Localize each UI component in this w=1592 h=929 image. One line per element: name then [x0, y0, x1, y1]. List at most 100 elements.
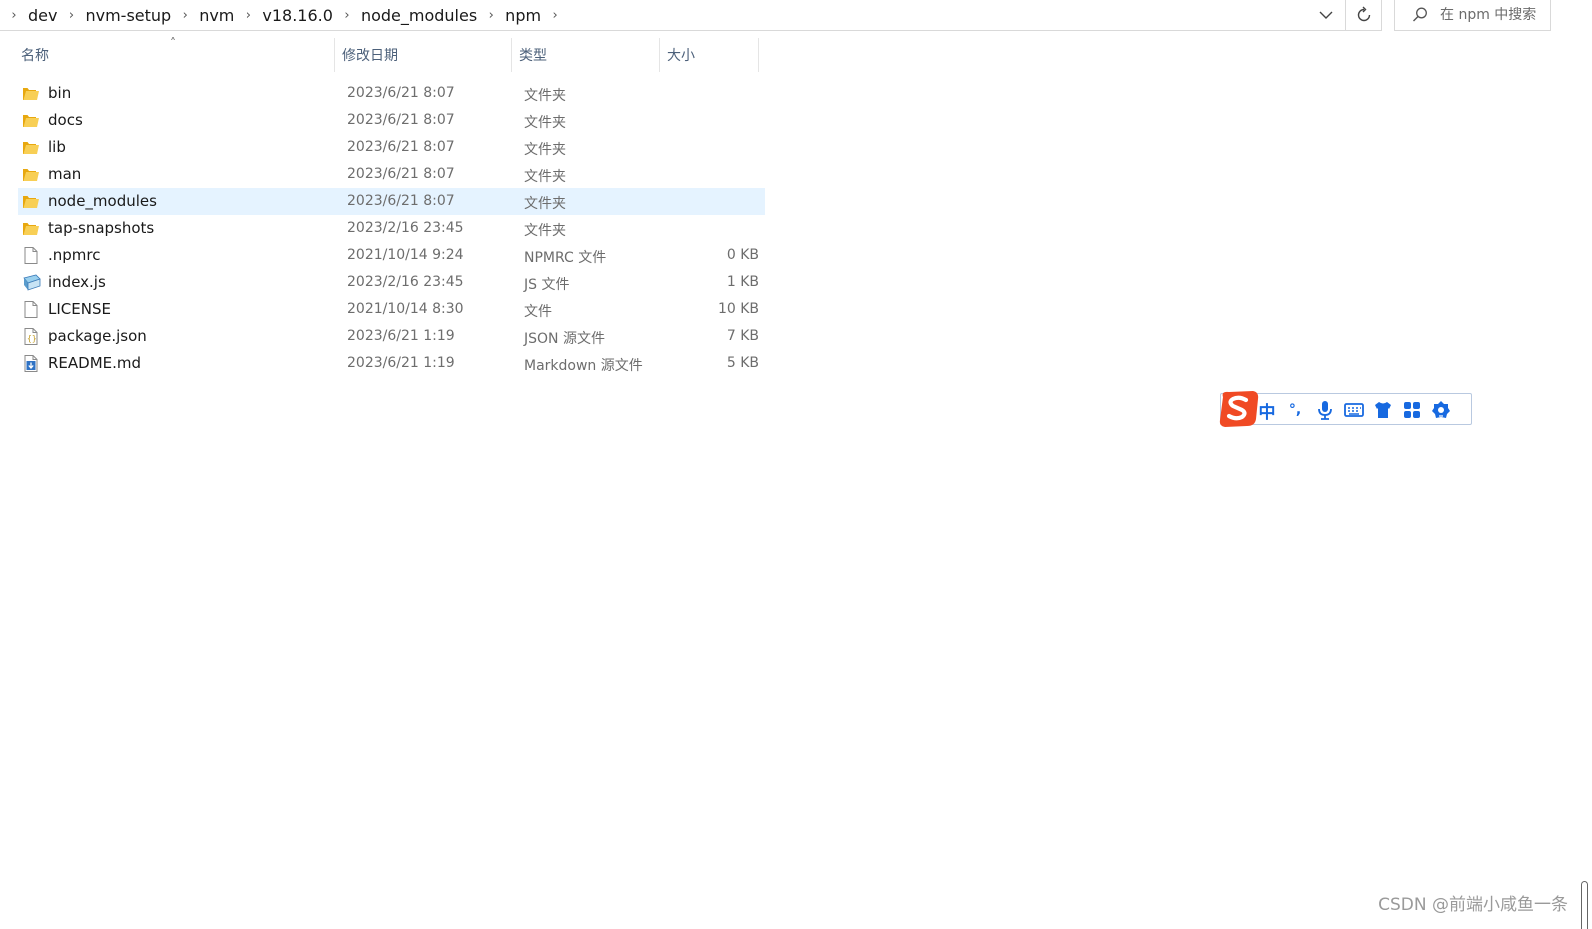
file-modified-date: 2023/6/21 8:07: [347, 166, 455, 182]
file-modified-date: 2023/6/21 8:07: [347, 112, 455, 128]
file-row[interactable]: node_modules 2023/6/21 8:07 文件夹: [18, 188, 765, 215]
file-size: 10 KB: [717, 301, 759, 317]
file-name: .npmrc: [48, 246, 101, 264]
voice-input-icon[interactable]: [1313, 398, 1337, 422]
folder-icon: [22, 192, 40, 211]
search-input[interactable]: [1440, 7, 1550, 23]
file-name: README.md: [48, 354, 142, 372]
folder-icon: [22, 165, 40, 184]
js-file-icon: [22, 273, 41, 292]
address-bar[interactable]: › dev › nvm-setup › nvm › v18.16.0 › nod…: [0, 0, 1346, 31]
file-name: bin: [48, 84, 72, 102]
column-header-name-label: 名称: [21, 48, 49, 64]
file-name: node_modules: [48, 192, 157, 210]
file-modified-date: 2023/6/21 8:07: [347, 139, 455, 155]
column-headers: 名称 修改日期 类型 大小: [0, 38, 770, 72]
column-header-type-label: 类型: [519, 48, 547, 64]
file-row[interactable]: .npmrc 2021/10/14 9:24 NPMRC 文件 0 KB: [18, 242, 765, 269]
file-row[interactable]: docs 2023/6/21 8:07 文件夹: [18, 107, 765, 134]
file-row[interactable]: LICENSE 2021/10/14 8:30 文件 10 KB: [18, 296, 765, 323]
file-type: 文件夹: [524, 142, 566, 158]
file-type: 文件夹: [524, 169, 566, 185]
column-header-modified-label: 修改日期: [342, 48, 398, 64]
file-type: 文件夹: [524, 223, 566, 239]
file-name: lib: [48, 138, 66, 156]
chevron-right-icon[interactable]: ›: [177, 8, 193, 23]
address-history-dropdown-button[interactable]: [1308, 0, 1344, 30]
folder-icon: [22, 219, 40, 238]
breadcrumb-item-dev[interactable]: dev: [27, 6, 58, 25]
file-row[interactable]: {} package.json 2023/6/21 1:19 JSON 源文件 7 KB: [18, 323, 765, 350]
file-modified-date: 2021/10/14 8:30: [347, 301, 464, 317]
column-header-size[interactable]: 大小: [660, 38, 758, 72]
column-divider[interactable]: [758, 38, 759, 72]
file-type: 文件夹: [524, 115, 566, 131]
skin-shirt-icon[interactable]: [1371, 398, 1395, 422]
file-modified-date: 2023/2/16 23:45: [347, 274, 464, 290]
folder-icon: [22, 84, 40, 103]
breadcrumb: › dev › nvm-setup › nvm › v18.16.0 › nod…: [0, 0, 568, 30]
column-header-size-label: 大小: [667, 48, 695, 64]
file-type: Markdown 源文件: [524, 358, 643, 374]
file-name: docs: [48, 111, 83, 129]
blank-file-icon: [22, 300, 40, 319]
breadcrumb-item-nvm-setup[interactable]: nvm-setup: [84, 6, 172, 25]
chevron-right-icon[interactable]: ›: [547, 8, 563, 23]
svg-text:{}: {}: [27, 334, 37, 343]
scrollbar-edge[interactable]: [1581, 881, 1588, 929]
keyboard-icon[interactable]: [1342, 398, 1366, 422]
file-name: LICENSE: [48, 300, 111, 318]
file-type: 文件夹: [524, 196, 566, 212]
breadcrumb-item-node-modules[interactable]: node_modules: [360, 6, 478, 25]
refresh-button[interactable]: [1346, 0, 1382, 31]
json-file-icon: {}: [22, 327, 40, 346]
file-type: 文件: [524, 304, 552, 320]
file-row[interactable]: bin 2023/6/21 8:07 文件夹: [18, 80, 765, 107]
file-name: man: [48, 165, 82, 183]
file-size: 0 KB: [726, 247, 759, 263]
settings-icon[interactable]: [1429, 398, 1453, 422]
search-icon: [1409, 4, 1430, 26]
search-box[interactable]: [1394, 0, 1551, 31]
file-modified-date: 2021/10/14 9:24: [347, 247, 464, 263]
file-row[interactable]: index.js 2023/2/16 23:45 JS 文件 1 KB: [18, 269, 765, 296]
ime-toolbar[interactable]: 中 °,: [1219, 391, 1472, 427]
file-name: index.js: [48, 273, 106, 291]
file-size: 5 KB: [726, 355, 759, 371]
chevron-down-icon: [1319, 11, 1333, 19]
file-size: 7 KB: [726, 328, 759, 344]
file-row[interactable]: README.md 2023/6/21 1:19 Markdown 源文件 5 KB: [18, 350, 765, 377]
markdown-file-icon: [22, 354, 40, 373]
file-modified-date: 2023/6/21 8:07: [347, 193, 455, 209]
punctuation-toggle[interactable]: °,: [1283, 398, 1307, 422]
folder-icon: [22, 138, 40, 157]
input-mode-toggle[interactable]: 中: [1255, 398, 1279, 423]
file-row[interactable]: lib 2023/6/21 8:07 文件夹: [18, 134, 765, 161]
column-header-modified[interactable]: 修改日期: [335, 38, 510, 72]
file-list: bin 2023/6/21 8:07 文件夹 docs 2023/6/21 8:07 文件…: [18, 80, 765, 377]
chevron-right-icon[interactable]: ›: [339, 8, 355, 23]
breadcrumb-item-version[interactable]: v18.16.0: [261, 6, 334, 25]
file-row[interactable]: man 2023/6/21 8:07 文件夹: [18, 161, 765, 188]
file-type: JS 文件: [524, 277, 570, 293]
blank-file-icon: [22, 246, 40, 265]
folder-icon: [22, 111, 40, 130]
file-size: 1 KB: [726, 274, 759, 290]
file-type: 文件夹: [524, 88, 566, 104]
chevron-right-icon[interactable]: ›: [240, 8, 256, 23]
toolbox-grid-icon[interactable]: [1400, 398, 1424, 422]
sort-ascending-icon: ˄: [170, 36, 176, 50]
column-header-type[interactable]: 类型: [512, 38, 659, 72]
breadcrumb-item-nvm[interactable]: nvm: [198, 6, 235, 25]
file-name: tap-snapshots: [48, 219, 155, 237]
chevron-right-icon[interactable]: ›: [63, 8, 79, 23]
file-modified-date: 2023/6/21 1:19: [347, 355, 455, 371]
chevron-right-icon[interactable]: ›: [483, 8, 499, 23]
breadcrumb-item-npm[interactable]: npm: [504, 6, 542, 25]
watermark: CSDN @前端小咸鱼一条: [1378, 895, 1568, 915]
file-name: package.json: [48, 327, 147, 345]
refresh-icon: [1357, 6, 1370, 22]
chevron-right-icon[interactable]: ›: [6, 8, 22, 23]
file-row[interactable]: tap-snapshots 2023/2/16 23:45 文件夹: [18, 215, 765, 242]
file-modified-date: 2023/6/21 8:07: [347, 85, 455, 101]
